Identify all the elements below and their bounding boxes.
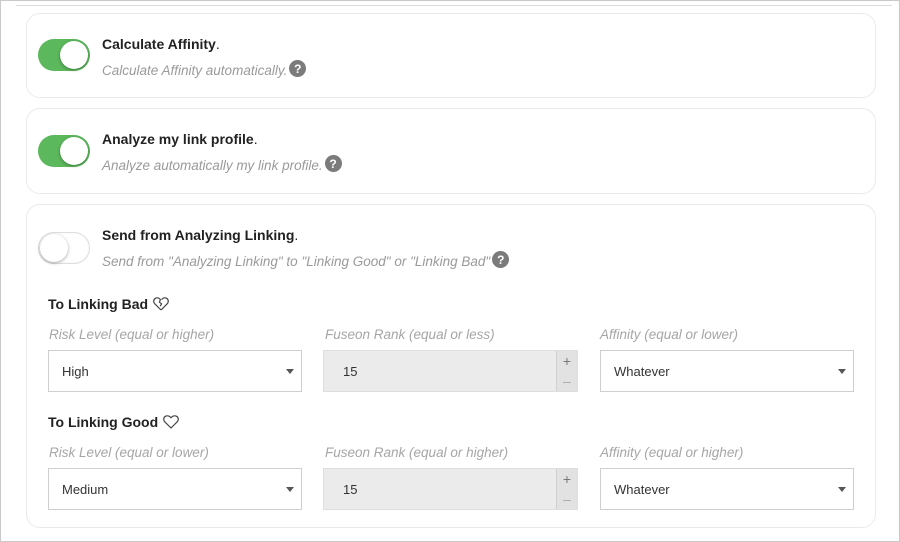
fuseon-rank-label: Fuseon Rank (equal or higher) — [325, 445, 509, 460]
setting-card-calculate-affinity: Calculate Affinity. Calculate Affinity a… — [26, 13, 876, 98]
fuseon-rank-stepper[interactable]: 15 + – — [323, 350, 578, 392]
affinity-select[interactable]: Whatever — [600, 350, 854, 392]
setting-title: Analyze my link profile. — [102, 131, 258, 147]
decrement-button[interactable]: – — [557, 371, 577, 391]
setting-card-send-from-analyzing: Send from Analyzing Linking. Send from "… — [26, 204, 876, 528]
setting-title: Send from Analyzing Linking. — [102, 227, 299, 243]
send-from-analyzing-toggle[interactable] — [38, 232, 90, 264]
chevron-down-icon — [838, 369, 846, 374]
stepper-value: 15 — [343, 364, 358, 379]
risk-level-label: Risk Level (equal or higher) — [49, 327, 215, 342]
help-icon[interactable]: ? — [324, 155, 342, 172]
stepper-buttons: + – — [556, 351, 577, 391]
help-icon[interactable]: ? — [289, 60, 307, 77]
chevron-down-icon — [286, 369, 294, 374]
select-value: Medium — [62, 481, 109, 497]
select-value: High — [62, 363, 89, 379]
linking-bad-title: To Linking Bad — [48, 296, 169, 312]
top-divider — [16, 5, 892, 6]
decrement-button[interactable]: – — [557, 489, 577, 509]
fuseon-rank-label: Fuseon Rank (equal or less) — [325, 327, 495, 342]
stepper-buttons: + – — [556, 469, 577, 509]
setting-description: Analyze automatically my link profile. ? — [102, 155, 342, 174]
fuseon-rank-stepper[interactable]: 15 + – — [323, 468, 578, 510]
increment-button[interactable]: + — [557, 469, 577, 489]
setting-title: Calculate Affinity. — [102, 36, 220, 52]
affinity-label: Affinity (equal or lower) — [600, 327, 739, 342]
select-value: Whatever — [614, 481, 670, 497]
help-icon[interactable]: ? — [492, 251, 510, 268]
calculate-affinity-toggle[interactable] — [38, 39, 90, 71]
affinity-label: Affinity (equal or higher) — [600, 445, 744, 460]
risk-level-label: Risk Level (equal or lower) — [49, 445, 209, 460]
toggle-knob — [60, 137, 88, 165]
chevron-down-icon — [838, 487, 846, 492]
toggle-knob — [60, 41, 88, 69]
setting-description: Send from "Analyzing Linking" to "Linkin… — [102, 251, 510, 270]
setting-description: Calculate Affinity automatically. ? — [102, 60, 307, 79]
analyze-link-profile-toggle[interactable] — [38, 135, 90, 167]
increment-button[interactable]: + — [557, 351, 577, 371]
risk-level-select[interactable]: High — [48, 350, 302, 392]
select-value: Whatever — [614, 363, 670, 379]
chevron-down-icon — [286, 487, 294, 492]
affinity-select[interactable]: Whatever — [600, 468, 854, 510]
risk-level-select[interactable]: Medium — [48, 468, 302, 510]
broken-heart-icon — [153, 297, 169, 311]
setting-card-analyze-link-profile: Analyze my link profile. Analyze automat… — [26, 108, 876, 194]
linking-good-title: To Linking Good — [48, 414, 180, 430]
heart-icon — [163, 415, 180, 429]
stepper-value: 15 — [343, 482, 358, 497]
toggle-knob — [40, 234, 68, 262]
